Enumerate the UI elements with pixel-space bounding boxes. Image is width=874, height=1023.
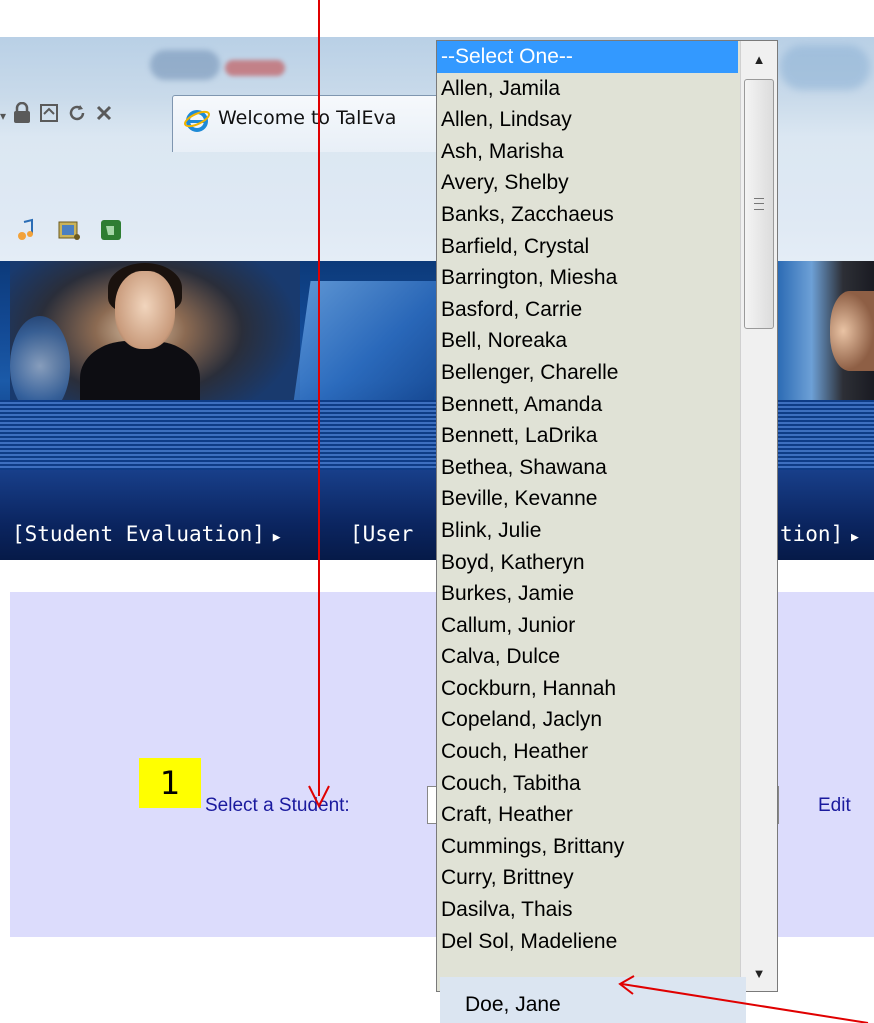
annotation-arrows — [308, 0, 869, 1023]
annotation-arrow-diagonal — [621, 983, 869, 1023]
